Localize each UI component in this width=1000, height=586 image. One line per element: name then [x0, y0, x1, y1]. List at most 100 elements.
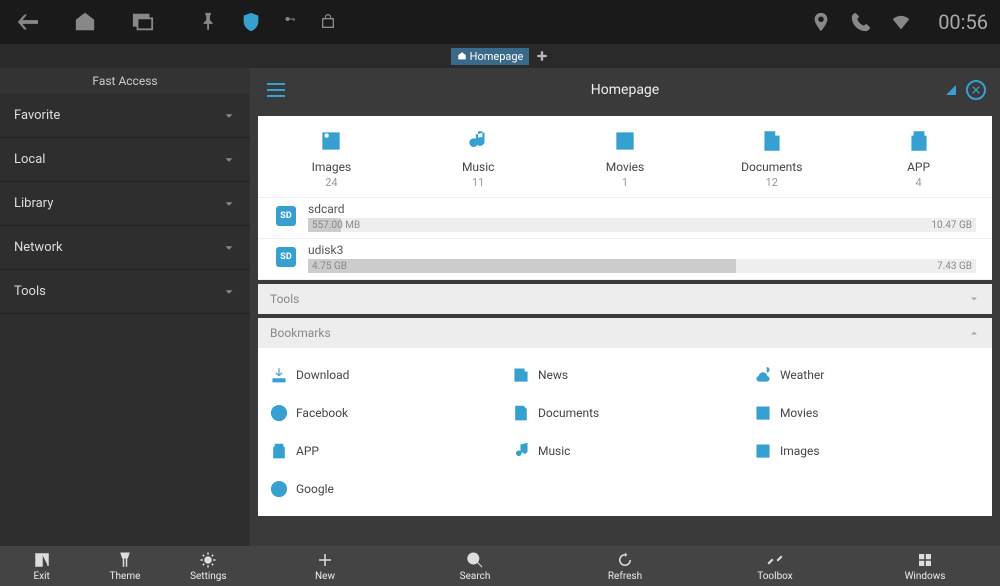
bottom-theme[interactable]: Theme: [83, 546, 166, 586]
search-icon: [466, 551, 484, 569]
bottom-label: Search: [460, 571, 491, 582]
storage-total: 7.43 GB: [937, 261, 972, 272]
storage-name: sdcard: [308, 202, 976, 216]
chevron-down-icon: [222, 197, 236, 211]
category-count: 11: [405, 176, 552, 189]
sidebar-item-label: Local: [14, 152, 45, 167]
chevron-down-icon: [968, 293, 980, 305]
bookmark-label: Facebook: [296, 406, 348, 420]
bookmarks-header[interactable]: Bookmarks: [258, 318, 992, 348]
exit-icon: [33, 551, 51, 569]
movies-icon: [612, 128, 638, 154]
tab-homepage[interactable]: Homepage: [451, 48, 530, 65]
bottom-label: Settings: [190, 571, 227, 582]
bookmark-facebook[interactable]: Facebook: [262, 394, 504, 432]
bookmark-label: News: [538, 368, 568, 382]
statusbar: 00:56: [0, 0, 1000, 44]
category-movies[interactable]: Movies 1: [552, 128, 699, 189]
back-icon[interactable]: [12, 11, 42, 33]
chevron-down-icon: [222, 109, 236, 123]
vpn-shield-icon: [240, 11, 262, 33]
windows-icon: [916, 551, 934, 569]
download-icon: [270, 366, 288, 384]
category-documents[interactable]: Documents 12: [698, 128, 845, 189]
sidebar: Fast Access Favorite Local Library Netwo…: [0, 68, 250, 546]
sidebar-item-tools[interactable]: Tools: [0, 270, 250, 314]
storage-udisk3[interactable]: SD udisk3 4.75 GB 7.43 GB: [258, 239, 992, 280]
category-label: Movies: [552, 160, 699, 174]
documents-icon: [759, 128, 785, 154]
bookmark-images[interactable]: Images: [746, 432, 988, 470]
category-label: APP: [845, 160, 992, 174]
bottom-new[interactable]: New: [250, 546, 400, 586]
section-label: Bookmarks: [270, 326, 331, 340]
bottom-settings[interactable]: Settings: [167, 546, 250, 586]
storage-total: 10.47 GB: [931, 220, 972, 231]
storage-sdcard[interactable]: SD sdcard 557.00 MB 10.47 GB: [258, 198, 992, 239]
chevron-down-icon: [222, 241, 236, 255]
theme-icon: [116, 551, 134, 569]
bottom-label: Windows: [905, 571, 946, 582]
chevron-down-icon: [222, 153, 236, 167]
sd-icon: SD: [276, 247, 296, 267]
bottom-exit[interactable]: Exit: [0, 546, 83, 586]
refresh-icon: [616, 551, 634, 569]
bottom-refresh[interactable]: Refresh: [550, 546, 700, 586]
bookmark-label: Music: [538, 444, 570, 458]
close-button[interactable]: [966, 80, 986, 100]
tab-add-icon[interactable]: [535, 49, 549, 63]
music-icon: [465, 128, 491, 154]
bookmark-app[interactable]: APP: [262, 432, 504, 470]
tab-label: Homepage: [470, 50, 524, 63]
sidebar-item-label: Favorite: [14, 108, 60, 123]
storage-used: 557.00 MB: [312, 220, 360, 231]
weather-icon: [754, 366, 772, 384]
bookmark-documents[interactable]: Documents: [504, 394, 746, 432]
bookmark-download[interactable]: Download: [262, 356, 504, 394]
category-label: Images: [258, 160, 405, 174]
movies-icon: [754, 404, 772, 422]
images-icon: [754, 442, 772, 460]
bookmark-movies[interactable]: Movies: [746, 394, 988, 432]
home-icon: [457, 51, 467, 61]
bottom-windows[interactable]: Windows: [850, 546, 1000, 586]
bottombar: Exit Theme Settings New Search Refresh T…: [0, 546, 1000, 586]
bookmark-label: Documents: [538, 406, 599, 420]
category-images[interactable]: Images 24: [258, 128, 405, 189]
bookmark-label: Images: [780, 444, 820, 458]
home-icon[interactable]: [70, 11, 100, 33]
menu-button[interactable]: [264, 78, 288, 102]
location-icon: [810, 11, 832, 33]
bookmark-google[interactable]: Google: [262, 470, 504, 508]
bookmark-weather[interactable]: Weather: [746, 356, 988, 394]
category-panel: Images 24 Music 11 Movies 1 Documents 12…: [258, 116, 992, 280]
bookmark-news[interactable]: News: [504, 356, 746, 394]
phone-icon: [850, 11, 872, 33]
bookmark-label: APP: [296, 444, 319, 458]
recent-icon[interactable]: [128, 11, 158, 33]
sidebar-item-network[interactable]: Network: [0, 226, 250, 270]
bottom-label: Refresh: [608, 571, 642, 582]
tools-header[interactable]: Tools: [258, 284, 992, 314]
bottom-toolbox[interactable]: Toolbox: [700, 546, 850, 586]
resize-icon[interactable]: [946, 85, 956, 95]
storage-name: udisk3: [308, 243, 976, 257]
settings-icon: [199, 551, 217, 569]
bookmark-music[interactable]: Music: [504, 432, 746, 470]
bookmark-label: Movies: [780, 406, 819, 420]
google-icon: [270, 480, 288, 498]
bottom-search[interactable]: Search: [400, 546, 550, 586]
sidebar-item-favorite[interactable]: Favorite: [0, 94, 250, 138]
category-music[interactable]: Music 11: [405, 128, 552, 189]
category-count: 4: [845, 176, 992, 189]
sidebar-item-library[interactable]: Library: [0, 182, 250, 226]
key-icon: [282, 16, 300, 28]
category-app[interactable]: APP 4: [845, 128, 992, 189]
storage-bar: 4.75 GB 7.43 GB: [308, 259, 976, 273]
sidebar-item-local[interactable]: Local: [0, 138, 250, 182]
section-label: Tools: [270, 292, 299, 306]
music-icon: [512, 442, 530, 460]
news-icon: [512, 366, 530, 384]
storage-bar: 557.00 MB 10.47 GB: [308, 218, 976, 232]
category-label: Documents: [698, 160, 845, 174]
